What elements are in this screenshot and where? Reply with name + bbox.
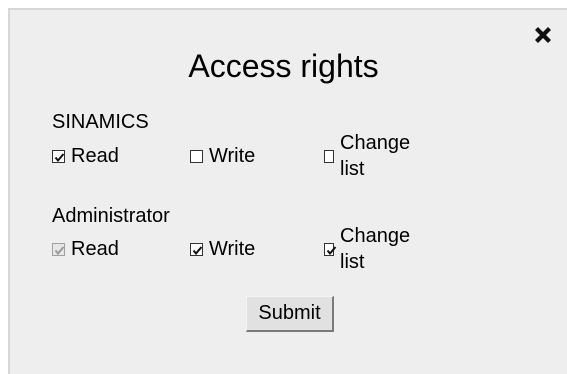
administrator-change-list-checkbox[interactable]: Change list (324, 225, 413, 273)
sinamics-write-checkbox[interactable]: Write (190, 143, 255, 169)
administrator-read-checkbox[interactable]: Read (52, 236, 119, 262)
checkbox-box (324, 149, 335, 163)
checkbox-label: Change list (340, 225, 411, 273)
checkbox-label: Read (71, 145, 119, 167)
administrator-write-checkbox[interactable]: Write (190, 236, 255, 262)
sinamics-read-checkbox[interactable]: Read (52, 143, 119, 169)
checkbox-label: Write (209, 238, 256, 260)
checkbox-box (190, 149, 203, 163)
group-label-administrator: Administrator (52, 205, 170, 227)
checkbox-label: Read (71, 238, 119, 260)
checkbox-box (52, 149, 65, 163)
submit-button[interactable]: Submit (246, 296, 334, 332)
checkbox-box (52, 242, 65, 256)
checkbox-label: Write (209, 145, 256, 167)
checkbox-box (324, 242, 337, 256)
close-icon (532, 24, 558, 46)
checkbox-label: Change list (340, 132, 411, 180)
sinamics-change-list-checkbox[interactable]: Change list (324, 132, 413, 180)
dialog-title: Access rights (188, 48, 379, 84)
group-label-sinamics: SINAMICS (52, 111, 149, 133)
checkbox-box (190, 242, 203, 256)
